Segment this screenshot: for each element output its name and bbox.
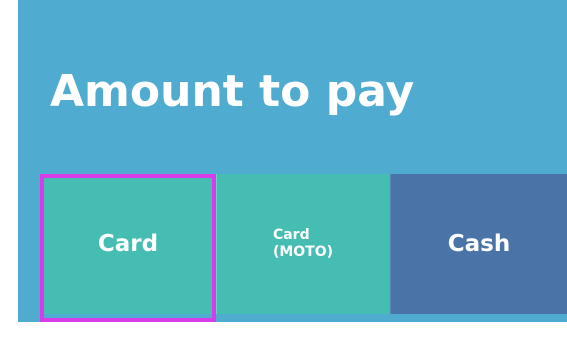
page-background-strip (0, 322, 567, 340)
card-payment-label: Card (97, 231, 159, 257)
card-moto-payment-button[interactable]: Card (MOTO) (216, 174, 389, 314)
page-title: Amount to pay (50, 66, 415, 117)
card-moto-payment-label: Card (MOTO) (272, 227, 334, 260)
cash-payment-button[interactable]: Cash (390, 174, 567, 314)
payment-panel: Amount to pay Card Card (MOTO) Cash (18, 0, 567, 322)
card-payment-button[interactable]: Card (40, 174, 216, 314)
payment-method-buttons: Card Card (MOTO) Cash (40, 174, 567, 314)
cash-payment-label: Cash (447, 231, 511, 257)
